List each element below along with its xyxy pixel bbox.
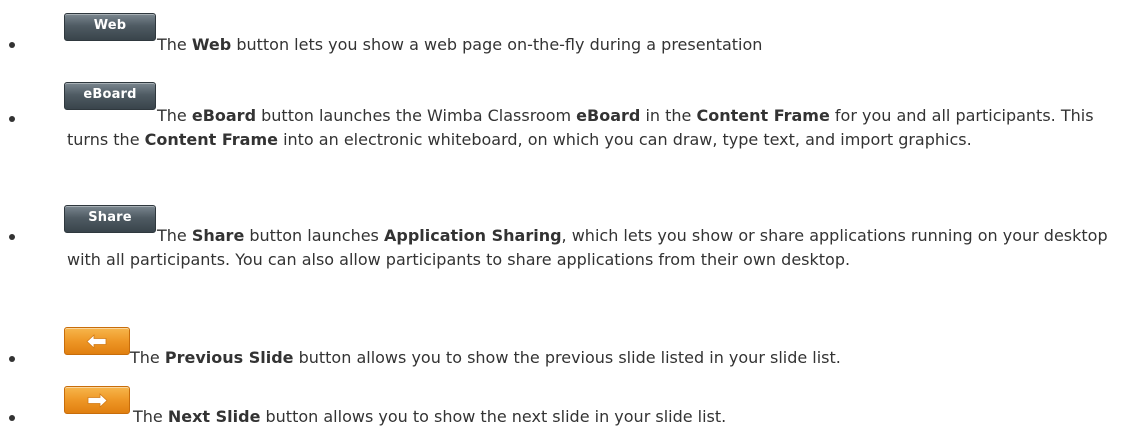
item-description: The Previous Slide button allows you to …: [130, 348, 841, 367]
bullet: [9, 356, 15, 362]
item-description: The Share button launches Application Sh…: [67, 226, 1108, 269]
item-description: The eBoard button launches the Wimba Cla…: [67, 106, 1094, 149]
bullet: [9, 415, 15, 421]
button-reference-list: Web The Web button lets you show a web p…: [0, 0, 1140, 437]
item-description: The Web button lets you show a web page …: [157, 35, 763, 54]
web-button-caption: Web: [93, 18, 127, 33]
share-button-caption: Share: [88, 210, 132, 225]
bullet: [9, 42, 15, 48]
bullet: [9, 116, 15, 122]
eboard-button-caption: eBoard: [83, 87, 137, 102]
bullet: [9, 234, 15, 240]
item-description: The Next Slide button allows you to show…: [133, 407, 727, 426]
